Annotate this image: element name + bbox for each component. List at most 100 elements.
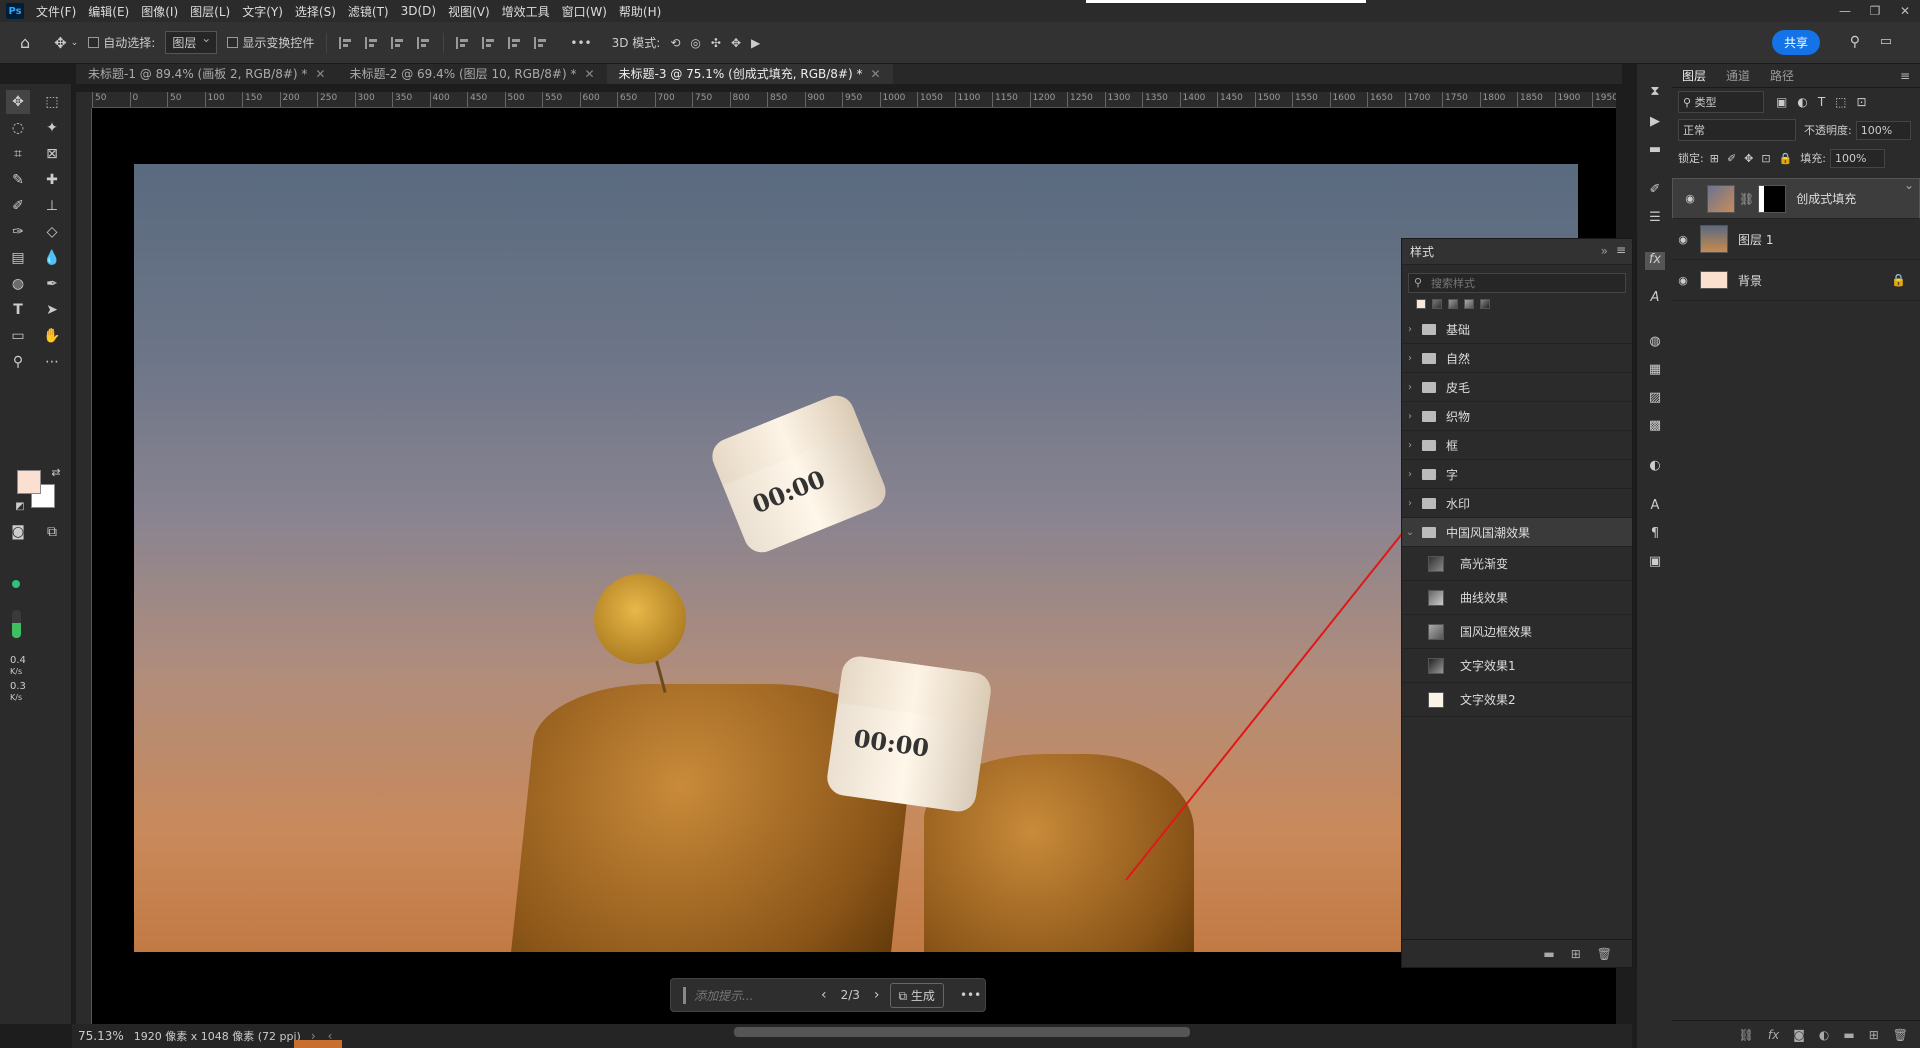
chevron-down-icon[interactable]: ⌄	[71, 38, 79, 48]
close-icon[interactable]: ✕	[871, 67, 881, 81]
adjustments-icon[interactable]: ☰	[1645, 210, 1665, 228]
distribute-vertical-icon[interactable]	[534, 36, 548, 49]
3d-pan-icon[interactable]: ✣	[711, 36, 721, 50]
style-item[interactable]: 文字效果2	[1402, 683, 1632, 717]
tab-layers[interactable]: 图层	[1672, 67, 1716, 84]
title-input-box[interactable]	[1086, 0, 1366, 3]
close-icon[interactable]: ✕	[1890, 4, 1920, 18]
lasso-tool-icon[interactable]: ◌	[6, 116, 30, 140]
style-thumb[interactable]	[1480, 299, 1490, 309]
style-group-fabric[interactable]: › 织物	[1402, 402, 1632, 431]
paragraph-icon[interactable]: ¶	[1645, 526, 1665, 544]
layer-row[interactable]: ◉ ⛓ 创成式填充	[1672, 178, 1920, 219]
path-select-icon[interactable]: ➤	[40, 298, 64, 322]
restore-icon[interactable]: ❐	[1860, 4, 1890, 18]
pen-tool-icon[interactable]: ✒	[40, 272, 64, 296]
menu-plugins[interactable]: 增效工具	[496, 3, 556, 20]
marquee-tool-icon[interactable]: ⬚	[40, 90, 64, 114]
menu-file[interactable]: 文件(F)	[30, 3, 82, 20]
link-icon[interactable]: ⛓	[1739, 192, 1754, 206]
brush-tool-icon[interactable]: ✐	[6, 194, 30, 218]
style-item[interactable]: 曲线效果	[1402, 581, 1632, 615]
paragraph-style-icon[interactable]: A	[1645, 498, 1665, 516]
style-thumb[interactable]	[1448, 299, 1458, 309]
navigator-icon[interactable]: ◐	[1645, 458, 1665, 476]
add-style-icon[interactable]: fx	[1768, 1028, 1779, 1042]
chevron-right-icon[interactable]: ›	[874, 987, 880, 1003]
gradients-icon[interactable]: ▨	[1645, 390, 1665, 408]
filter-adjust-icon[interactable]: ◐	[1797, 95, 1807, 109]
menu-filter[interactable]: 滤镜(T)	[342, 3, 395, 20]
3d-slide-icon[interactable]: ✥	[731, 36, 741, 50]
prompt-input[interactable]: 添加提示...	[683, 986, 813, 1004]
visibility-eye-icon[interactable]: ◉	[1672, 274, 1694, 287]
type-tool-icon[interactable]: T	[6, 298, 30, 322]
style-thumb[interactable]	[1432, 299, 1442, 309]
panel-menu-icon[interactable]: ≡	[1616, 243, 1626, 257]
lock-transparent-icon[interactable]: ⊞	[1710, 152, 1719, 165]
style-group-text[interactable]: › 字	[1402, 460, 1632, 489]
generate-button[interactable]: ⧉ 生成	[889, 982, 944, 1008]
chevron-left-icon[interactable]: ‹	[821, 987, 827, 1003]
align-top-icon[interactable]	[456, 36, 470, 49]
fx-styles-icon[interactable]: fx	[1645, 252, 1665, 270]
magic-wand-icon[interactable]: ✦	[40, 116, 64, 140]
healing-brush-icon[interactable]: ✚	[40, 168, 64, 192]
foreground-color-swatch[interactable]	[17, 470, 41, 494]
comment-icon[interactable]: ▬	[1645, 142, 1665, 160]
zoom-tool-icon[interactable]: ⚲	[6, 350, 30, 374]
style-group-basic[interactable]: › 基础	[1402, 315, 1632, 344]
filter-shape-icon[interactable]: ⬚	[1835, 95, 1846, 109]
crop-tool-icon[interactable]: ⌗	[6, 142, 30, 166]
filter-type-icon[interactable]: T	[1818, 95, 1825, 109]
eraser-icon[interactable]: ◇	[40, 220, 64, 244]
opacity-input[interactable]: 100%	[1855, 120, 1912, 140]
style-group-nature[interactable]: › 自然	[1402, 344, 1632, 373]
auto-select-target-dropdown[interactable]: 图层	[165, 31, 218, 54]
collapse-icon[interactable]: »	[1601, 244, 1608, 258]
menu-3d[interactable]: 3D(D)	[395, 4, 442, 18]
layer-row[interactable]: ◉ 图层 1	[1672, 219, 1920, 260]
play-icon[interactable]: ▶	[1645, 114, 1665, 132]
new-style-icon[interactable]: ⊞	[1571, 947, 1581, 961]
canvas-area[interactable]: 00:00 00:00	[92, 108, 1616, 1024]
history-icon[interactable]: ⧗	[1645, 84, 1665, 102]
layer-mask-thumbnail[interactable]	[1758, 184, 1787, 213]
filter-smart-icon[interactable]: ⊡	[1857, 95, 1867, 109]
align-left-icon[interactable]	[339, 36, 353, 49]
auto-select-checkbox[interactable]: 自动选择:	[88, 34, 155, 51]
blur-tool-icon[interactable]: 💧	[40, 246, 64, 270]
hand-tool-icon[interactable]: ✋	[40, 324, 64, 348]
screen-mode-icon[interactable]: ⧉	[40, 520, 64, 544]
menu-help[interactable]: 帮助(H)	[613, 3, 667, 20]
history-brush-icon[interactable]: ✑	[6, 220, 30, 244]
checkbox-icon[interactable]	[227, 37, 239, 48]
style-group-fur[interactable]: › 皮毛	[1402, 373, 1632, 402]
3d-camera-icon[interactable]: ▶	[751, 36, 760, 50]
color-wheel-icon[interactable]: ◍	[1645, 334, 1665, 352]
new-group-icon[interactable]: ▬	[1843, 1028, 1854, 1042]
new-layer-icon[interactable]: ⊞	[1869, 1028, 1879, 1042]
horizontal-scrollbar[interactable]	[734, 1027, 1190, 1037]
styles-search-input[interactable]: ⚲ 搜索样式	[1408, 273, 1626, 293]
style-item[interactable]: 文字效果1	[1402, 649, 1632, 683]
home-icon[interactable]: ⌂	[20, 33, 30, 52]
panel-menu-icon[interactable]: ≡	[1890, 69, 1920, 83]
visibility-eye-icon[interactable]: ◉	[1679, 192, 1701, 205]
lock-all-icon[interactable]: 🔒	[1779, 152, 1793, 165]
eyedropper-icon[interactable]: ✎	[6, 168, 30, 192]
lock-pixels-icon[interactable]: ✐	[1727, 152, 1736, 165]
more-options-button[interactable]: •••	[960, 988, 981, 1002]
gradient-tool-icon[interactable]: ▤	[6, 246, 30, 270]
zoom-level[interactable]: 75.13%	[78, 1029, 124, 1043]
menu-layer[interactable]: 图层(L)	[184, 3, 236, 20]
minimize-icon[interactable]: —	[1830, 4, 1860, 18]
default-colors-icon[interactable]: ◩	[8, 494, 32, 518]
tab-paths[interactable]: 路径	[1760, 67, 1804, 84]
style-item[interactable]: 高光渐变	[1402, 547, 1632, 581]
patterns-icon[interactable]: ▩	[1645, 418, 1665, 436]
menu-window[interactable]: 窗口(W)	[556, 3, 613, 20]
tab-document-1[interactable]: 未标题-1 @ 89.4% (画板 2, RGB/8#) * ✕	[76, 64, 337, 84]
menu-type[interactable]: 文字(Y)	[236, 3, 289, 20]
style-thumb[interactable]	[1416, 299, 1426, 309]
